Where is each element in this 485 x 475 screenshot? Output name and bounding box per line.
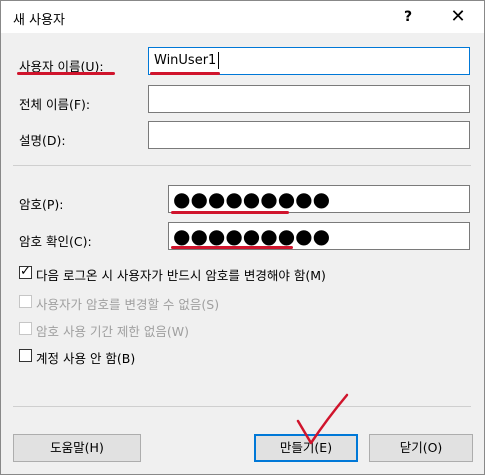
checkbox-box[interactable] [19, 349, 32, 362]
create-button[interactable]: 만들기(E) [254, 434, 358, 462]
help-button[interactable]: 도움말(H) [13, 434, 141, 462]
username-value: WinUser1 [154, 53, 217, 68]
checkbox-label: 계정 사용 안 함(B) [36, 351, 136, 366]
separator [13, 406, 471, 407]
checkbox-box[interactable] [19, 295, 32, 308]
close-icon[interactable]: ✕ [441, 4, 475, 30]
dialog-title: 새 사용자 [13, 13, 65, 28]
confirm-password-value: ●●●●●●●●● [173, 224, 331, 248]
fullname-input[interactable] [148, 85, 470, 113]
annotation-underline [150, 72, 220, 75]
password-value: ●●●●●●●●● [173, 187, 331, 211]
annotation-underline [171, 211, 289, 214]
annotation-underline [17, 72, 115, 75]
confirm-password-label: 암호 확인(C): [19, 234, 92, 249]
checkbox-box[interactable]: ✓ [19, 264, 32, 279]
checkbox-label: 암호 사용 기간 제한 없음(W) [36, 324, 190, 339]
password-label: 암호(P): [19, 197, 64, 212]
checkbox-label: 다음 로그온 시 사용자가 반드시 암호를 변경해야 함(M) [36, 268, 326, 283]
checkbox-label: 사용자가 암호를 변경할 수 없음(S) [36, 297, 220, 312]
annotation-underline [171, 246, 293, 249]
title-bar: 새 사용자 ? ✕ [1, 1, 484, 33]
description-input[interactable] [148, 121, 470, 149]
password-input[interactable]: ●●●●●●●●● [168, 185, 470, 213]
username-input[interactable]: WinUser1 [148, 47, 470, 75]
checkbox-box[interactable] [19, 322, 32, 335]
new-user-dialog: 새 사용자 ? ✕ 사용자 이름(U): WinUser1 전체 이름(F): … [0, 0, 485, 475]
help-icon[interactable]: ? [391, 4, 425, 30]
separator [13, 165, 471, 166]
check-icon: ✓ [20, 264, 31, 279]
fullname-label: 전체 이름(F): [19, 97, 91, 112]
text-caret [218, 52, 219, 69]
close-button[interactable]: 닫기(O) [369, 434, 473, 462]
description-label: 설명(D): [19, 133, 66, 148]
